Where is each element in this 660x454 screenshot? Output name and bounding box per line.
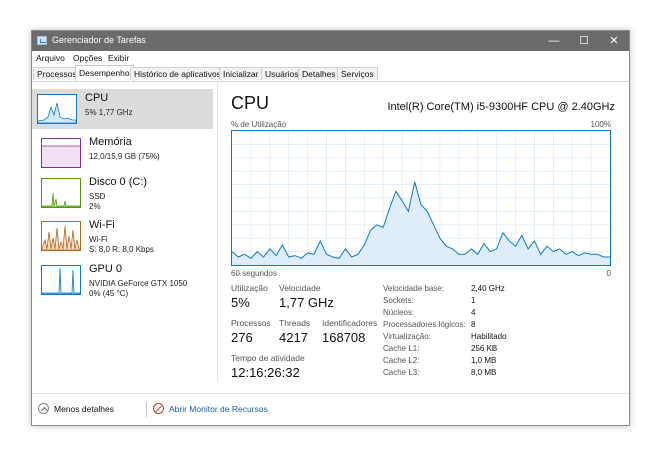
spec-label: Sockets: [383,296,414,305]
resource-item-gpu[interactable]: GPU 0 NVIDIA GeForce GTX 1050 0% (45 °C) [36,260,213,300]
processes-value: 276 [231,330,253,345]
disk-graph-icon [41,178,81,208]
resource-item-cpu[interactable]: CPU 5% 1,77 GHz [32,89,213,129]
cpu-graph-icon [37,94,77,124]
threads-label: Threads [279,318,311,328]
wifi-graph-icon [41,221,81,251]
handles-label: Identificadores [322,318,378,328]
minimize-button[interactable]: — [539,31,569,51]
uptime-value: 12:16:26:32 [231,365,300,380]
resource-name: GPU 0 [89,263,123,275]
resource-item-wifi[interactable]: Wi-Fi Wi-Fi S: 8,0 R: 8,0 Kbps [36,216,213,256]
tab-historico[interactable]: Histórico de aplicativos [130,67,225,80]
resource-name: CPU [85,92,109,104]
tab-detalhes[interactable]: Detalhes [298,67,340,80]
spec-value: 256 KB [471,344,498,353]
spec-value: 1 [471,296,476,305]
resource-detail: 5% 1,77 GHz [85,108,133,117]
menu-exibir[interactable]: Exibir [108,53,129,63]
spec-label: Núcleos: [383,308,415,317]
spec-value: 2,40 GHz [471,284,505,293]
resource-detail: 12,0/15,9 GB (75%) [89,152,160,161]
resource-name: Wi-Fi [89,219,115,231]
window-title: Gerenciador de Tarefas [52,35,146,45]
tab-processos[interactable]: Processos [33,67,81,80]
task-manager-icon [37,36,47,45]
memory-graph-icon [41,138,81,168]
resource-detail: 0% (45 °C) [89,289,129,298]
resource-item-memory[interactable]: Memória 12,0/15,9 GB (75%) [36,133,213,173]
title-bar[interactable]: Gerenciador de Tarefas — ☐ ✕ [32,31,629,51]
spec-label: Cache L2: [383,356,420,365]
spec-label: Velocidade base: [383,284,444,293]
spec-value: 8,0 MB [471,368,497,377]
menu-bar: Arquivo Opções Exibir [32,51,629,65]
resource-name: Disco 0 (C:) [89,176,148,188]
tab-bar: Processos Desempenho Histórico de aplica… [32,65,629,82]
spec-value: 1,0 MB [471,356,497,365]
resource-list: CPU 5% 1,77 GHz Memória 12,0/15,9 GB (75… [32,82,218,382]
spec-label: Processadores lógicos: [383,320,466,329]
resource-detail: Wi-Fi [89,235,108,244]
spec-label: Cache L3: [383,368,420,377]
open-resource-monitor-link[interactable]: Abrir Monitor de Recursos [169,404,268,414]
resource-name: Memória [89,136,132,148]
graph-xlabel: 60 segundos [231,269,277,278]
handles-value: 168708 [322,330,366,345]
task-manager-window: Gerenciador de Tarefas — ☐ ✕ Arquivo Opç… [31,30,630,426]
uptime-label: Tempo de atividade [231,353,305,363]
spec-label: Virtualização: [383,332,431,341]
spec-value: Habilitado [471,332,507,341]
spec-value: 4 [471,308,476,317]
resource-item-disk[interactable]: Disco 0 (C:) SSD 2% [36,173,213,213]
cpu-usage-chart [231,130,611,266]
tab-inicializar[interactable]: Inicializar [219,67,263,80]
page-title: CPU [231,93,270,113]
chevron-up-icon[interactable] [38,403,49,414]
cpu-model-name: Intel(R) Core(TM) i5-9300HF CPU @ 2.40GH… [387,101,615,113]
utilization-value: 5% [231,295,250,310]
threads-value: 4217 [279,330,308,345]
footer-bar: Menos detalhes Abrir Monitor de Recursos [32,393,629,425]
resource-detail: SSD [89,192,106,201]
menu-arquivo[interactable]: Arquivo [36,53,65,63]
resource-detail: 2% [89,202,101,211]
close-button[interactable]: ✕ [599,31,629,51]
cpu-details-panel: CPU Intel(R) Core(TM) i5-9300HF CPU @ 2.… [231,82,621,382]
speed-label: Velocidade [279,283,321,293]
utilization-label: Utilização [231,283,268,293]
resource-detail: S: 8,0 R: 8,0 Kbps [89,245,154,254]
resource-detail: NVIDIA GeForce GTX 1050 [89,279,188,288]
tab-desempenho[interactable]: Desempenho [75,65,134,81]
footer-divider [146,402,147,417]
tab-usuarios[interactable]: Usuários [261,67,303,80]
graph-ylabel: % de Utilização [231,120,287,129]
graph-xmin: 0 [606,269,611,278]
graph-ymax: 100% [590,120,611,129]
resource-monitor-icon[interactable] [153,403,164,414]
spec-label: Cache L1: [383,344,420,353]
less-details-button[interactable]: Menos detalhes [54,404,114,414]
tab-servicos[interactable]: Serviços [337,67,378,80]
gpu-graph-icon [41,265,81,295]
processes-label: Processos [231,318,271,328]
spec-value: 8 [471,320,476,329]
speed-value: 1,77 GHz [279,295,334,310]
menu-opcoes[interactable]: Opções [73,53,102,63]
maximize-button[interactable]: ☐ [569,31,599,51]
